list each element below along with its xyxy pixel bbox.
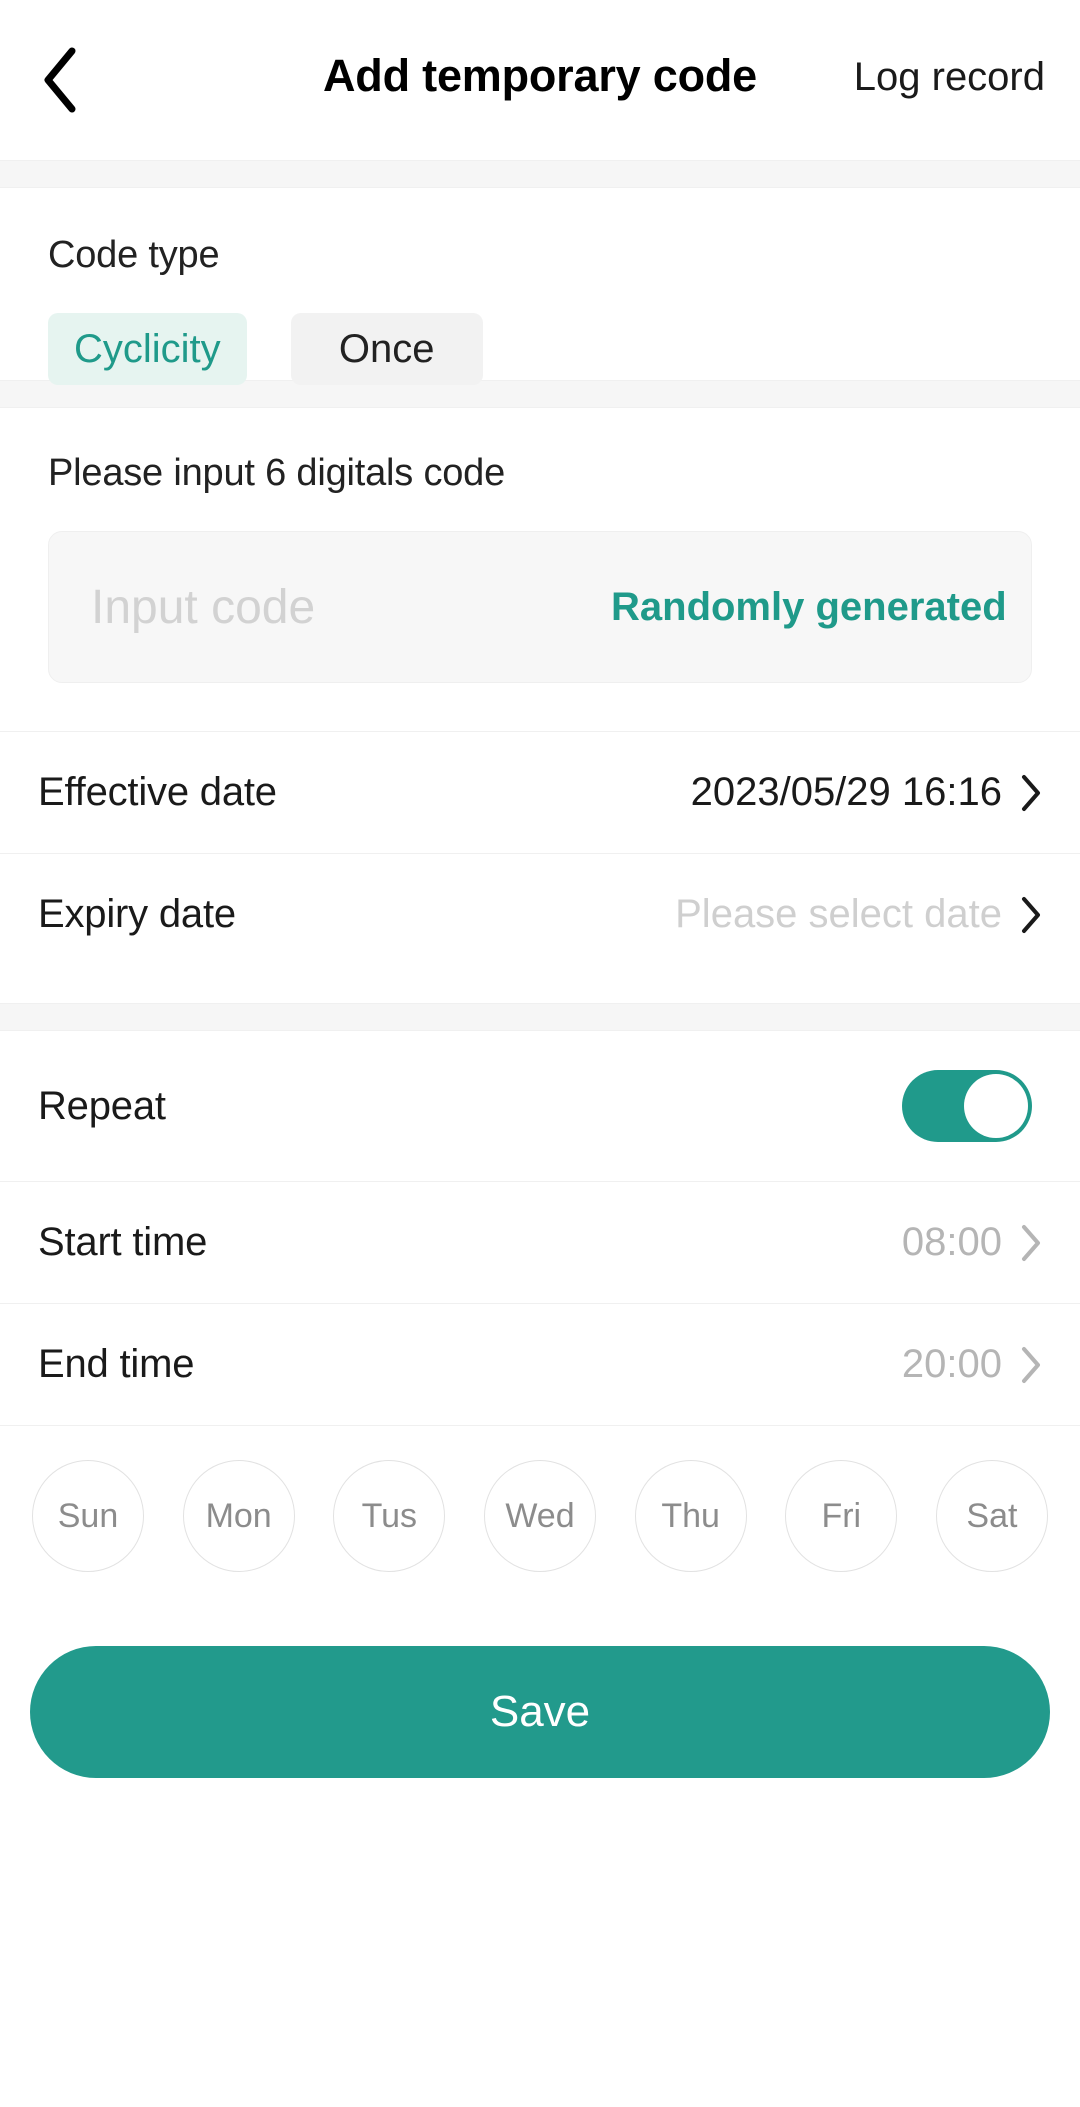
expiry-date-label: Expiry date xyxy=(38,892,236,936)
repeat-label: Repeat xyxy=(38,1083,166,1128)
repeat-row: Repeat xyxy=(0,1031,1080,1181)
start-time-value-group: 08:00 xyxy=(902,1220,1042,1265)
code-input-label: Please input 6 digitals code xyxy=(48,452,506,494)
toggle-knob xyxy=(964,1074,1028,1138)
start-time-row[interactable]: Start time 08:00 xyxy=(0,1181,1080,1303)
weekday-mon[interactable]: Mon xyxy=(182,1460,295,1572)
weekday-label: Mon xyxy=(205,1496,272,1535)
effective-date-row[interactable]: Effective date 2023/05/29 16:16 xyxy=(0,731,1080,853)
weekday-selector: Sun Mon Tus Wed Thu Fri Sat xyxy=(0,1425,1080,1572)
code-input-container: Randomly generated xyxy=(48,531,1032,683)
log-record-button[interactable]: Log record xyxy=(854,55,1045,100)
weekday-wed[interactable]: Wed xyxy=(483,1460,596,1572)
code-type-option-label: Once xyxy=(338,326,435,371)
code-type-option-label: Cyclicity xyxy=(74,326,221,371)
app-header: Add temporary code Log record xyxy=(0,0,1080,160)
end-time-value-group: 20:00 xyxy=(902,1342,1042,1387)
chevron-right-icon xyxy=(1020,896,1042,934)
code-input-field[interactable] xyxy=(91,532,611,682)
weekday-label: Tus xyxy=(361,1496,418,1535)
weekday-sat[interactable]: Sat xyxy=(935,1460,1048,1572)
code-input-section: Please input 6 digitals code Randomly ge… xyxy=(0,408,1080,683)
date-rows: Effective date 2023/05/29 16:16 Expiry d… xyxy=(0,731,1080,975)
end-time-label: End time xyxy=(38,1342,195,1386)
expiry-date-value: Please select date xyxy=(675,892,1002,936)
time-rows: Start time 08:00 End time 20:00 xyxy=(0,1181,1080,1425)
weekday-label: Sun xyxy=(57,1496,119,1535)
code-type-options: Cyclicity Once xyxy=(48,313,1032,385)
code-type-option-once[interactable]: Once xyxy=(290,313,483,385)
chevron-right-icon xyxy=(1020,774,1042,812)
save-button[interactable]: Save xyxy=(30,1646,1050,1778)
randomly-generated-button[interactable]: Randomly generated xyxy=(611,585,1007,630)
effective-date-label: Effective date xyxy=(38,770,277,814)
app-screen: Add temporary code Log record Code type … xyxy=(0,0,1080,2107)
start-time-value: 08:00 xyxy=(901,1220,1002,1264)
effective-date-value: 2023/05/29 16:16 xyxy=(690,770,1002,814)
weekday-label: Wed xyxy=(505,1496,575,1535)
chevron-right-icon xyxy=(1020,1224,1042,1262)
effective-date-value-group: 2023/05/29 16:16 xyxy=(691,770,1042,815)
weekday-fri[interactable]: Fri xyxy=(785,1460,898,1572)
save-section: Save xyxy=(0,1572,1080,1778)
chevron-right-icon xyxy=(1020,1346,1042,1384)
end-time-row[interactable]: End time 20:00 xyxy=(0,1303,1080,1425)
code-type-section: Code type Cyclicity Once xyxy=(0,188,1080,385)
expiry-date-value-group: Please select date xyxy=(675,892,1042,937)
start-time-label: Start time xyxy=(38,1220,208,1264)
repeat-toggle[interactable] xyxy=(902,1070,1032,1142)
weekday-label: Fri xyxy=(821,1496,862,1535)
expiry-date-row[interactable]: Expiry date Please select date xyxy=(0,853,1080,975)
section-separator-1 xyxy=(0,160,1080,188)
code-type-label: Code type xyxy=(48,234,220,276)
weekday-label: Thu xyxy=(661,1496,720,1535)
weekday-label: Sat xyxy=(966,1496,1018,1535)
section-separator-3 xyxy=(0,1003,1080,1031)
weekday-sun[interactable]: Sun xyxy=(32,1460,144,1572)
end-time-value: 20:00 xyxy=(901,1342,1002,1386)
code-type-option-cyclicity[interactable]: Cyclicity xyxy=(48,313,247,385)
weekday-thu[interactable]: Thu xyxy=(634,1460,747,1572)
weekday-tus[interactable]: Tus xyxy=(333,1460,446,1572)
